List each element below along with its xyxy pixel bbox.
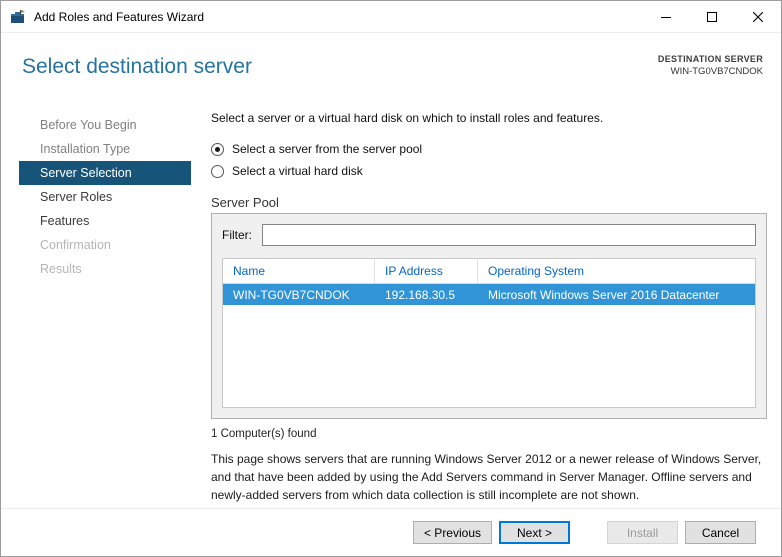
titlebar: Add Roles and Features Wizard <box>1 1 781 33</box>
table-row[interactable]: WIN-TG0VB7CNDOK 192.168.30.5 Microsoft W… <box>223 284 755 305</box>
cell-operating-system: Microsoft Windows Server 2016 Datacenter <box>478 288 755 302</box>
filter-input[interactable] <box>262 224 756 246</box>
step-before-you-begin[interactable]: Before You Begin <box>19 113 191 137</box>
maximize-button[interactable] <box>689 1 735 32</box>
main-content: Select a server or a virtual hard disk o… <box>211 109 767 504</box>
server-pool-table: Name IP Address Operating System WIN-TG0… <box>222 258 756 408</box>
step-server-roles[interactable]: Server Roles <box>19 185 191 209</box>
footer-bar: < Previous Next > Install Cancel <box>1 508 781 556</box>
wizard-steps: Before You Begin Installation Type Serve… <box>19 113 191 281</box>
destination-server-name: WIN-TG0VB7CNDOK <box>658 66 763 77</box>
cell-server-name: WIN-TG0VB7CNDOK <box>223 288 375 302</box>
page-title: Select destination server <box>22 55 252 79</box>
server-pool-panel: Filter: Name IP Address Operating System… <box>211 213 767 419</box>
filter-row: Filter: <box>222 224 756 246</box>
wizard-icon <box>10 9 26 25</box>
radio-unchecked-icon[interactable] <box>211 165 224 178</box>
filter-label: Filter: <box>222 228 252 242</box>
computers-found-label: 1 Computer(s) found <box>211 428 767 440</box>
info-text: This page shows servers that are running… <box>211 450 767 504</box>
minimize-button[interactable] <box>643 1 689 32</box>
radio-server-pool-label: Select a server from the server pool <box>232 142 422 156</box>
radio-select-vhd[interactable]: Select a virtual hard disk <box>211 160 767 182</box>
previous-button[interactable]: < Previous <box>413 521 492 544</box>
server-pool-heading: Server Pool <box>211 195 767 210</box>
install-button: Install <box>607 521 678 544</box>
instruction-text: Select a server or a virtual hard disk o… <box>211 111 767 125</box>
cell-ip-address: 192.168.30.5 <box>375 288 478 302</box>
window-title: Add Roles and Features Wizard <box>34 10 204 24</box>
next-button[interactable]: Next > <box>499 521 570 544</box>
window-controls <box>643 1 781 32</box>
step-installation-type[interactable]: Installation Type <box>19 137 191 161</box>
column-header-ip-address[interactable]: IP Address <box>375 259 478 283</box>
wizard-window: Add Roles and Features Wizard Select des… <box>0 0 782 557</box>
destination-server-label: DESTINATION SERVER <box>658 54 763 64</box>
column-header-name[interactable]: Name <box>223 259 375 283</box>
step-results: Results <box>19 257 191 281</box>
step-server-selection[interactable]: Server Selection <box>19 161 191 185</box>
cancel-button[interactable]: Cancel <box>685 521 756 544</box>
column-header-operating-system[interactable]: Operating System <box>478 259 755 283</box>
table-header-row: Name IP Address Operating System <box>223 259 755 284</box>
radio-checked-icon[interactable] <box>211 143 224 156</box>
step-features[interactable]: Features <box>19 209 191 233</box>
destination-server-block: DESTINATION SERVER WIN-TG0VB7CNDOK <box>658 54 763 77</box>
radio-select-server-pool[interactable]: Select a server from the server pool <box>211 138 767 160</box>
radio-vhd-label: Select a virtual hard disk <box>232 164 363 178</box>
step-confirmation: Confirmation <box>19 233 191 257</box>
close-button[interactable] <box>735 1 781 32</box>
